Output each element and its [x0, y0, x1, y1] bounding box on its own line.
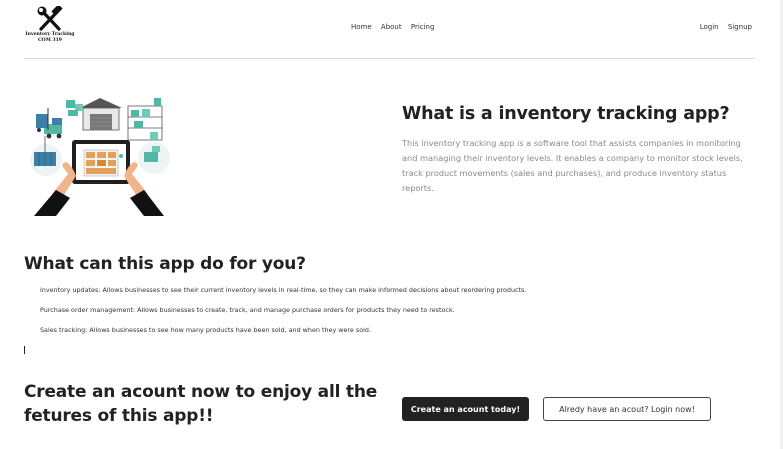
login-link[interactable]: Login [700, 23, 719, 31]
cta-title: Create an acount now to enjoy all the fe… [24, 382, 378, 426]
create-account-button[interactable]: Create an acount today! [402, 397, 529, 421]
nav-pricing-link[interactable]: Pricing [411, 23, 435, 31]
nav-home-link[interactable]: Home [351, 23, 372, 31]
feature-item-inventory-updates: inventory updates: Allows businesses to … [40, 286, 527, 294]
crossed-tools-icon [37, 6, 63, 31]
container-icon [30, 136, 62, 176]
tablet-icon [72, 140, 130, 184]
login-now-button[interactable]: Alredy have an acout? Login now! [543, 397, 711, 421]
signup-link[interactable]: Signup [728, 23, 752, 31]
features-title: What can this app do for you? [24, 254, 306, 274]
logo-text-line2: COM 319 [38, 38, 62, 43]
scanner-icon [138, 142, 170, 174]
inventory-illustration [30, 98, 170, 216]
nav-about-link[interactable]: About [381, 23, 402, 31]
boxes-icon [66, 100, 83, 116]
hero-description: This inventory tracking app is a softwar… [402, 138, 743, 193]
site-header: Inventory Tracking COM 319 Home About Pr… [24, 0, 755, 59]
feature-item-purchase-orders: Purchase order management: Allows busine… [40, 306, 455, 314]
shelf-icon [127, 98, 163, 141]
warehouse-icon [80, 98, 122, 131]
auth-nav: Login Signup [700, 23, 752, 31]
hero-title: What is a inventory tracking app? [402, 104, 730, 124]
main-nav: Home About Pricing [351, 23, 441, 31]
feature-item-sales-tracking: Sales tracking: Allows businesses to see… [40, 326, 371, 334]
text-cursor [24, 346, 25, 354]
logo[interactable]: Inventory Tracking COM 319 [24, 6, 76, 44]
